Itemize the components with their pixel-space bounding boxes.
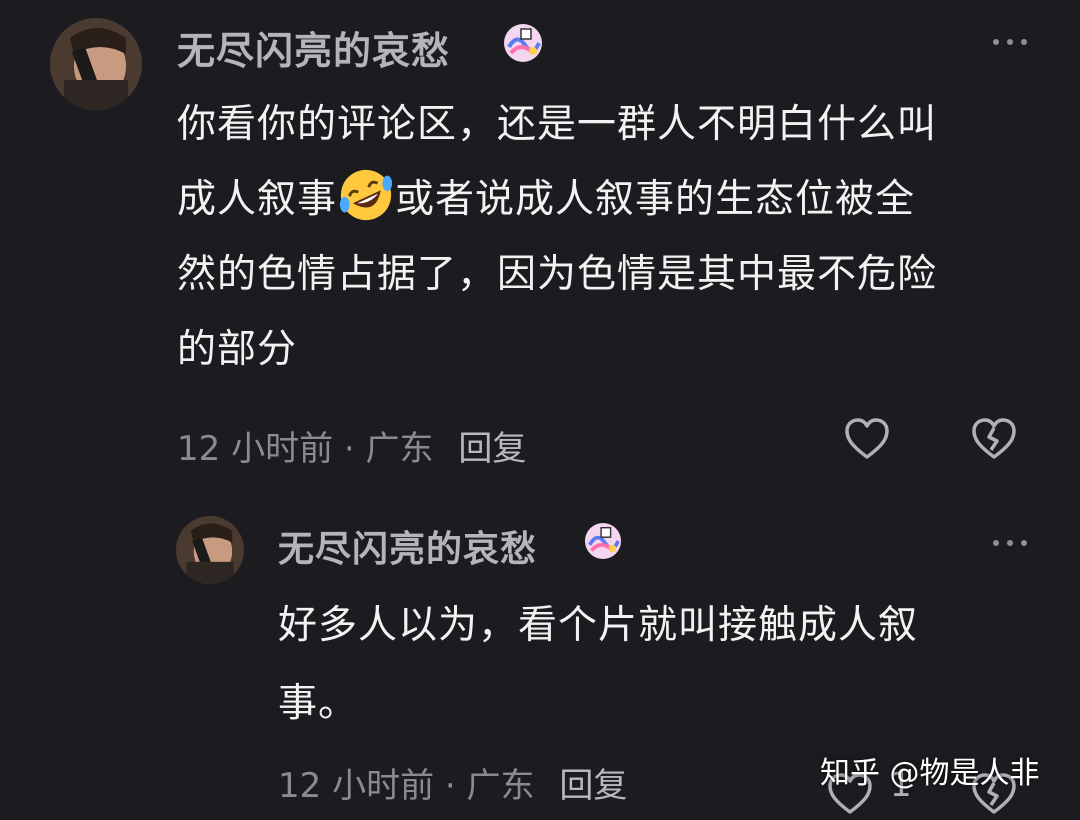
avatar-image (50, 18, 142, 110)
user-badge-icon[interactable] (503, 23, 543, 63)
comment-text: 你看你的评论区，还是一群人不明白什么叫 成人叙事 或者说成人叙事的生态位被全 然… (177, 87, 937, 387)
comment-meta: 12 小时前 · 广东 回复 (278, 758, 627, 807)
watermark: 知乎 @物是人非 (820, 756, 1040, 791)
broken-heart-icon[interactable] (969, 415, 1019, 465)
avatar[interactable] (176, 516, 244, 584)
reply-button[interactable]: 回复 (458, 429, 526, 469)
heart-icon[interactable] (842, 415, 892, 465)
more-dots-icon[interactable] (993, 533, 1033, 553)
location: 广东 (466, 766, 535, 806)
location: 广东 (365, 429, 434, 469)
comment-text-fragment: 成人叙事 (177, 177, 338, 222)
comment-text: 好多人以为，看个片就叫接触成人叙 事。 (278, 587, 918, 743)
meta-separator: · (343, 429, 355, 469)
avatar[interactable] (50, 18, 142, 110)
meta-separator: · (444, 766, 456, 806)
comment-text-line: 好多人以为，看个片就叫接触成人叙 (278, 603, 919, 648)
username[interactable]: 无尽闪亮的哀愁 (278, 520, 537, 572)
comment-text-line: 成人叙事 或者说成人叙事的生态位被全 (177, 162, 937, 237)
rofl-emoji-icon (339, 169, 393, 221)
comment-text-line: 然的色情占据了，因为色情是其中最不危险 (177, 252, 938, 297)
comment-meta: 12 小时前 · 广东 回复 (177, 421, 526, 470)
more-dots-icon[interactable] (993, 32, 1033, 52)
timestamp: 12 小时前 (177, 429, 334, 469)
avatar-image (176, 516, 244, 584)
timestamp: 12 小时前 (278, 766, 435, 806)
comment-text-line: 的部分 (177, 327, 298, 372)
comment-text-line: 你看你的评论区，还是一群人不明白什么叫 (177, 102, 938, 147)
username[interactable]: 无尽闪亮的哀愁 (177, 20, 450, 75)
reply-button[interactable]: 回复 (559, 766, 627, 806)
comment-text-fragment: 或者说成人叙事的生态位被全 (395, 177, 916, 222)
comment-text-line: 事。 (278, 681, 359, 726)
user-badge-icon[interactable] (584, 522, 622, 560)
